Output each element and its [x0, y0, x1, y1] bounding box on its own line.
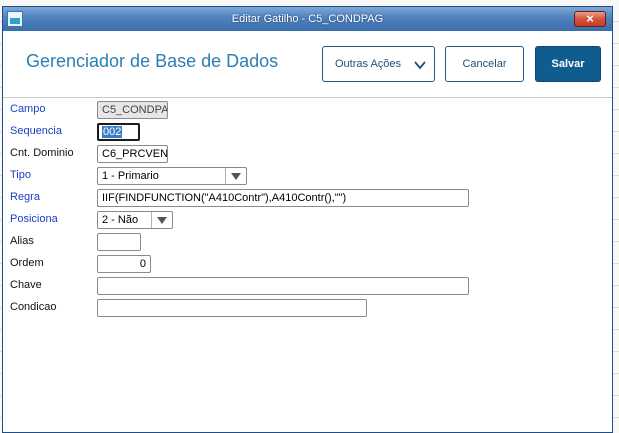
app-window-icon	[7, 11, 23, 27]
other-actions-label: Outras Ações	[335, 58, 402, 70]
dialog-header: Gerenciador de Base de Dados Outras Açõe…	[3, 31, 612, 98]
posiciona-value: 2 - Não	[102, 214, 139, 226]
campo-label: Campo	[10, 103, 46, 115]
ordem-label: Ordem	[10, 257, 44, 269]
sequencia-label: Sequencia	[10, 125, 62, 137]
condicao-field[interactable]	[97, 299, 367, 317]
save-button[interactable]: Salvar	[535, 46, 601, 82]
page-title: Gerenciador de Base de Dados	[26, 51, 279, 71]
title-bar[interactable]: Editar Gatilho - C5_CONDPAG ×	[3, 7, 612, 31]
campo-field: C5_CONDPA	[97, 101, 168, 119]
alias-label: Alias	[10, 235, 34, 247]
posiciona-select[interactable]: 2 - Não	[97, 211, 173, 229]
sequencia-value: 002	[102, 126, 123, 138]
posiciona-dropdown-arrow[interactable]	[151, 212, 172, 228]
dialog-window: Editar Gatilho - C5_CONDPAG × Gerenciado…	[2, 6, 613, 433]
other-actions-button[interactable]: Outras Ações	[322, 46, 435, 82]
regra-field[interactable]: IIF(FINDFUNCTION("A410Contr"),A410Contr(…	[97, 189, 469, 207]
cancel-button[interactable]: Cancelar	[445, 46, 524, 82]
chave-field[interactable]	[97, 277, 469, 295]
close-icon: ×	[586, 11, 594, 26]
tipo-value: 1 - Primario	[102, 170, 159, 182]
tipo-select[interactable]: 1 - Primario	[97, 167, 247, 185]
sequencia-field[interactable]: 002	[97, 123, 140, 141]
dropdown-triangle-icon	[231, 173, 241, 180]
regra-label: Regra	[10, 191, 40, 203]
tipo-label: Tipo	[10, 169, 31, 181]
posiciona-label: Posiciona	[10, 213, 58, 225]
cnt-dominio-label: Cnt. Dominio	[10, 147, 74, 159]
dropdown-triangle-icon	[157, 217, 167, 224]
alias-field[interactable]	[97, 233, 141, 251]
ordem-field[interactable]: 0	[97, 255, 151, 273]
chave-label: Chave	[10, 279, 42, 291]
chevron-down-icon	[414, 61, 426, 70]
tipo-dropdown-arrow[interactable]	[225, 168, 246, 184]
window-title: Editar Gatilho - C5_CONDPAG	[231, 13, 384, 25]
close-button[interactable]: ×	[574, 11, 606, 27]
cnt-dominio-field[interactable]: C6_PRCVEN	[97, 145, 168, 163]
condicao-label: Condicao	[10, 301, 57, 313]
